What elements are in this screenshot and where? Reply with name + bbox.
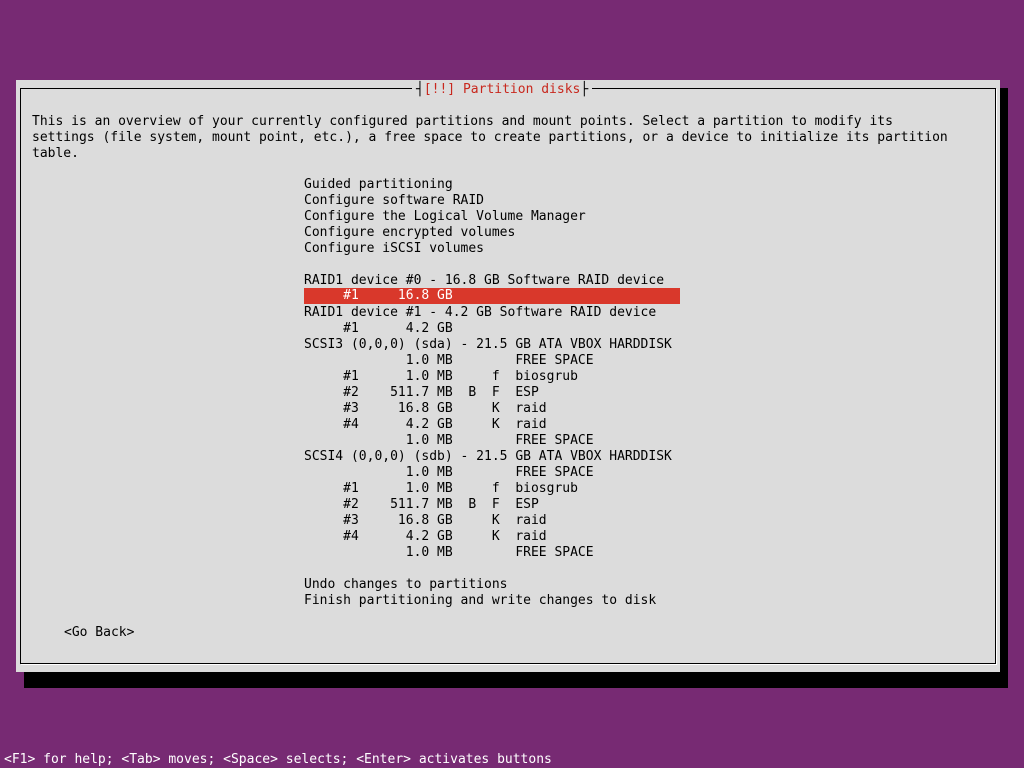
dialog-title: ┤ [!!] Partition disks ├ xyxy=(412,80,593,98)
installer-screen: ┤ [!!] Partition disks ├ This is an over… xyxy=(0,0,1024,768)
partition-sda-1[interactable]: #1 1.0 MB f biosgrub xyxy=(304,369,680,385)
device-sda[interactable]: SCSI3 (0,0,0) (sda) - 21.5 GB ATA VBOX H… xyxy=(304,337,680,353)
device-raid1-md1[interactable]: RAID1 device #1 - 4.2 GB Software RAID d… xyxy=(304,305,680,321)
partition-sdb-2[interactable]: #2 511.7 MB B F ESP xyxy=(304,497,680,513)
menu-item-finish-partitioning[interactable]: Finish partitioning and write changes to… xyxy=(304,593,680,609)
menu-item-configure-software-raid[interactable]: Configure software RAID xyxy=(304,193,680,209)
help-line: <F1> for help; <Tab> moves; <Space> sele… xyxy=(4,752,552,767)
dialog-title-text: Partition disks xyxy=(462,81,581,97)
device-sdb[interactable]: SCSI4 (0,0,0) (sdb) - 21.5 GB ATA VBOX H… xyxy=(304,449,680,465)
sda-free-space-1[interactable]: 1.0 MB FREE SPACE xyxy=(304,353,680,369)
menu-item-configure-encrypted-volumes[interactable]: Configure encrypted volumes xyxy=(304,225,680,241)
intro-line-2: settings (file system, mount point, etc.… xyxy=(32,130,948,145)
sda-free-space-2[interactable]: 1.0 MB FREE SPACE xyxy=(304,433,680,449)
partition-disks-dialog: ┤ [!!] Partition disks ├ This is an over… xyxy=(16,80,1000,672)
partition-md0-1-selected[interactable]: #1 16.8 GB xyxy=(304,288,680,304)
intro-line-3: table. xyxy=(32,146,79,161)
menu-item-undo-changes[interactable]: Undo changes to partitions xyxy=(304,577,680,593)
sdb-free-space-1[interactable]: 1.0 MB FREE SPACE xyxy=(304,465,680,481)
go-back-button[interactable]: <Go Back> xyxy=(64,625,134,641)
menu-item-guided-partitioning[interactable]: Guided partitioning xyxy=(304,177,680,193)
device-raid1-md0[interactable]: RAID1 device #0 - 16.8 GB Software RAID … xyxy=(304,273,680,289)
partition-sdb-3[interactable]: #3 16.8 GB K raid xyxy=(304,513,680,529)
menu-item-configure-iscsi-volumes[interactable]: Configure iSCSI volumes xyxy=(304,241,680,257)
partition-md1-1[interactable]: #1 4.2 GB xyxy=(304,321,680,337)
sdb-free-space-2[interactable]: 1.0 MB FREE SPACE xyxy=(304,545,680,561)
partition-sda-4[interactable]: #4 4.2 GB K raid xyxy=(304,417,680,433)
partition-sdb-1[interactable]: #1 1.0 MB f biosgrub xyxy=(304,481,680,497)
partition-sdb-4[interactable]: #4 4.2 GB K raid xyxy=(304,529,680,545)
menu-item-configure-lvm[interactable]: Configure the Logical Volume Manager xyxy=(304,209,680,225)
intro-line-1: This is an overview of your currently co… xyxy=(32,114,893,129)
partition-sda-2[interactable]: #2 511.7 MB B F ESP xyxy=(304,385,680,401)
partition-sda-3[interactable]: #3 16.8 GB K raid xyxy=(304,401,680,417)
dialog-title-prefix: [!!] xyxy=(423,81,463,97)
